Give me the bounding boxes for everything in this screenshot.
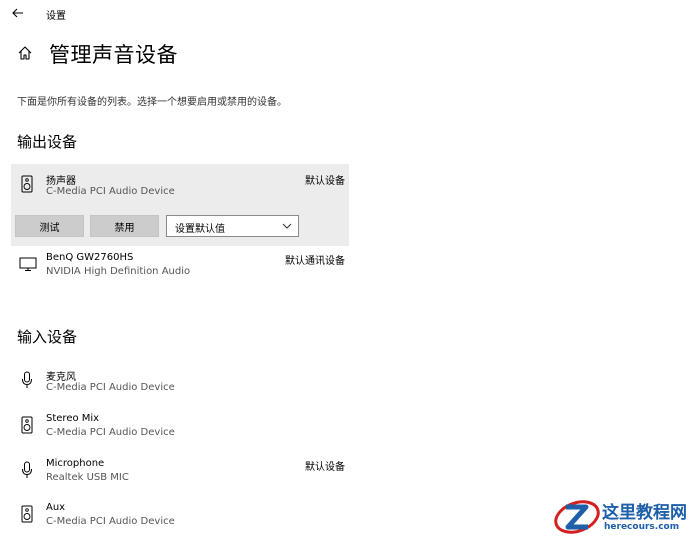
page-description: 下面是你所有设备的列表。选择一个想要启用或禁用的设备。 [17,97,287,108]
disable-button[interactable]: 禁用 [90,215,159,237]
watermark-text: 这里教程网 [602,503,687,523]
device-driver: C-Media PCI Audio Device [46,427,175,438]
input-device-microphone-realtek[interactable]: Microphone Realtek USB MIC 默认设备 [11,450,349,490]
speaker-icon [19,415,35,435]
chevron-down-icon [282,223,292,229]
device-driver: NVIDIA High Definition Audio [46,266,191,277]
device-status: 默认设备 [305,462,345,473]
speaker-icon [19,174,35,194]
home-icon [18,46,32,60]
home-button[interactable] [16,44,34,62]
page-title: 管理声音设备 [49,43,178,67]
watermark: 这里教程网 herecours.com [552,495,697,539]
device-status: 默认设备 [305,176,345,187]
input-device-mic-cmedia[interactable]: 麦克风 C-Media PCI Audio Device [11,360,349,400]
microphone-icon [19,370,35,390]
device-driver: C-Media PCI Audio Device [46,186,175,197]
device-driver: C-Media PCI Audio Device [46,516,175,527]
back-button[interactable] [9,4,27,22]
speaker-icon [19,504,35,524]
output-device-speaker[interactable]: 扬声器 C-Media PCI Audio Device 默认设备 测试 禁用 … [11,164,349,246]
set-default-dropdown[interactable]: 设置默认值 [166,215,299,237]
input-device-aux[interactable]: Aux C-Media PCI Audio Device [11,494,349,534]
device-name: Aux [46,502,66,513]
device-driver: Realtek USB MIC [46,472,129,483]
input-device-stereo-mix[interactable]: Stereo Mix C-Media PCI Audio Device [11,405,349,445]
device-name: 扬声器 [46,176,76,187]
device-driver: C-Media PCI Audio Device [46,382,175,393]
window-title: 设置 [46,11,66,22]
device-status: 默认通讯设备 [285,256,345,267]
back-arrow-icon [12,8,23,18]
set-default-dropdown-value: 设置默认值 [175,224,225,235]
output-section-title: 输出设备 [17,133,78,151]
microphone-icon [19,460,35,480]
watermark-logo-icon [554,500,600,534]
device-name: Stereo Mix [46,413,100,424]
device-name: BenQ GW2760HS [46,252,134,263]
device-name: 麦克风 [46,372,76,383]
monitor-icon [19,254,37,274]
output-device-benq[interactable]: BenQ GW2760HS NVIDIA High Definition Aud… [11,244,349,284]
watermark-url: herecours.com [604,522,680,532]
device-name: Microphone [46,458,105,469]
input-section-title: 输入设备 [17,328,78,346]
test-button[interactable]: 测试 [15,215,84,237]
